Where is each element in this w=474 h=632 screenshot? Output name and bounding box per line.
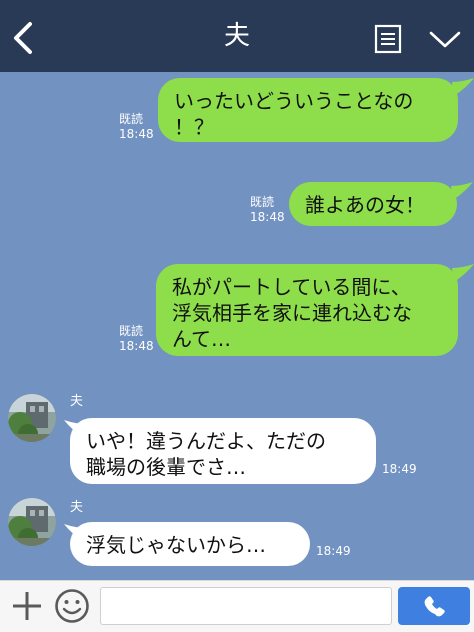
message-input[interactable] <box>100 587 392 625</box>
plus-icon[interactable] <box>10 589 44 623</box>
bubble-tail <box>452 264 474 282</box>
message-bubble-incoming[interactable]: 浮気じゃないから… <box>70 522 310 566</box>
message-text-line: 職場の後輩でさ… <box>86 455 246 479</box>
message-text-line: んて… <box>172 327 231 351</box>
message-text-line: 私がパートしている間に、 <box>172 275 411 299</box>
message-text-line: 浮気相手を家に連れ込むな <box>172 301 412 325</box>
note-icon[interactable] <box>374 24 402 54</box>
chat-area[interactable]: 既読 18:48 いったいどういうことなの ！？ 既読 18:48 誰よあの女！… <box>0 72 474 580</box>
message-meta: 既読 18:48 <box>119 112 154 142</box>
message-time: 18:48 <box>119 339 154 353</box>
message-meta: 既読 18:48 <box>250 195 285 225</box>
message-text-line: 浮気じゃないから… <box>86 533 266 557</box>
message-meta: 既読 18:48 <box>119 324 154 354</box>
avatar[interactable] <box>8 394 56 442</box>
avatar[interactable] <box>8 498 56 546</box>
message-bubble-outgoing[interactable]: 私がパートしている間に、 浮気相手を家に連れ込むな んて… <box>156 264 458 356</box>
sender-name: 夫 <box>70 394 84 409</box>
avatar-photo <box>8 394 56 442</box>
message-time: 18:49 <box>316 544 351 558</box>
phone-icon <box>424 596 445 617</box>
message-time: 18:49 <box>382 462 417 476</box>
message-text-line: 誰よあの女！ <box>305 193 425 217</box>
message-text-line: いったいどういうことなの <box>174 89 414 113</box>
message-time: 18:48 <box>119 127 154 141</box>
message-text-line: いや！違うんだよ、ただの <box>86 429 326 453</box>
read-receipt: 既読 <box>119 112 144 126</box>
smile-icon[interactable] <box>54 588 90 624</box>
bubble-tail <box>452 78 474 96</box>
chat-title: 夫 <box>223 21 250 51</box>
chevron-down-icon[interactable] <box>428 30 462 50</box>
chat-header: 夫 <box>0 0 474 72</box>
bubble-tail <box>451 182 473 200</box>
message-text-line: ！？ <box>174 115 214 139</box>
read-receipt: 既読 <box>119 324 144 338</box>
message-bubble-outgoing[interactable]: 誰よあの女！ <box>289 182 457 226</box>
avatar-photo <box>8 498 56 546</box>
message-bubble-incoming[interactable]: いや！違うんだよ、ただの 職場の後輩でさ… <box>70 418 376 484</box>
message-time: 18:48 <box>250 210 285 224</box>
read-receipt: 既読 <box>250 195 275 209</box>
message-bubble-outgoing[interactable]: いったいどういうことなの ！？ <box>158 78 458 142</box>
call-button[interactable] <box>398 587 470 625</box>
input-bar <box>0 580 474 632</box>
sender-name: 夫 <box>70 500 84 515</box>
